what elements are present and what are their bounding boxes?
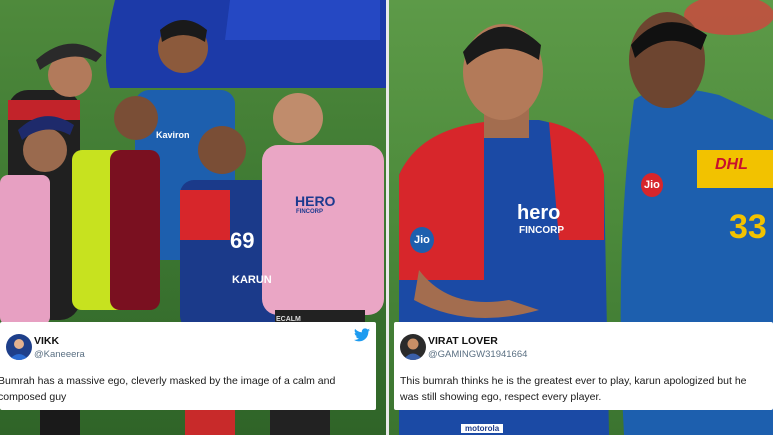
sponsor-fincorp: FINCORP <box>296 209 323 215</box>
jio-logo-right: Jio <box>641 173 663 197</box>
sponsor-hero: HERO <box>295 193 336 209</box>
tweet-text: Bumrah has a massive ego, cleverly maske… <box>0 375 336 403</box>
tweet-author-name[interactable]: VIKK <box>34 335 59 347</box>
mi-sponsor: Kaviron <box>156 130 190 140</box>
tweet-card-virat-lover[interactable]: VIRAT LOVER @GAMINGW31941664 This bumrah… <box>394 322 773 410</box>
twitter-bird-icon[interactable] <box>354 328 370 342</box>
dhl-logo: DHL <box>715 156 748 173</box>
umpire-head-right <box>273 93 323 143</box>
staff-head <box>114 96 158 140</box>
hero-logo: hero <box>517 202 561 224</box>
legs-umpire <box>270 410 330 435</box>
karun-jersey-red <box>180 190 230 240</box>
jersey-number: 69 <box>230 228 255 253</box>
tweet-author-name[interactable]: VIRAT LOVER <box>428 335 498 347</box>
bumrah-jersey-number: 33 <box>729 208 767 246</box>
karun-head <box>198 126 246 174</box>
profile-avatar-icon <box>6 334 32 360</box>
jio-logo-left: Jio <box>410 227 434 253</box>
jersey-name: KARUN <box>232 274 272 286</box>
legs-karun <box>185 410 235 435</box>
tweet-author-handle[interactable]: @Kaneeera <box>34 349 85 360</box>
umpire-figure-right <box>262 145 384 315</box>
motorola-logo: motorola <box>461 424 504 433</box>
fincorp-logo: FINCORP <box>519 225 564 236</box>
umpire-figure-left <box>0 175 50 325</box>
staff-jacket <box>110 150 160 310</box>
legs-left <box>40 410 80 435</box>
avatar[interactable] <box>400 334 426 360</box>
avatar[interactable] <box>6 334 32 360</box>
tweet-card-vikk[interactable]: VIKK @Kaneeera Bumrah has a massive ego,… <box>0 322 376 410</box>
advertising-board-logo <box>225 0 380 40</box>
tweet-text: This bumrah thinks he is the greatest ev… <box>400 375 747 403</box>
tweet-author-handle[interactable]: @GAMINGW31941664 <box>428 349 527 360</box>
karun-shoulder-red-left <box>399 122 484 280</box>
profile-avatar-icon <box>400 334 426 360</box>
